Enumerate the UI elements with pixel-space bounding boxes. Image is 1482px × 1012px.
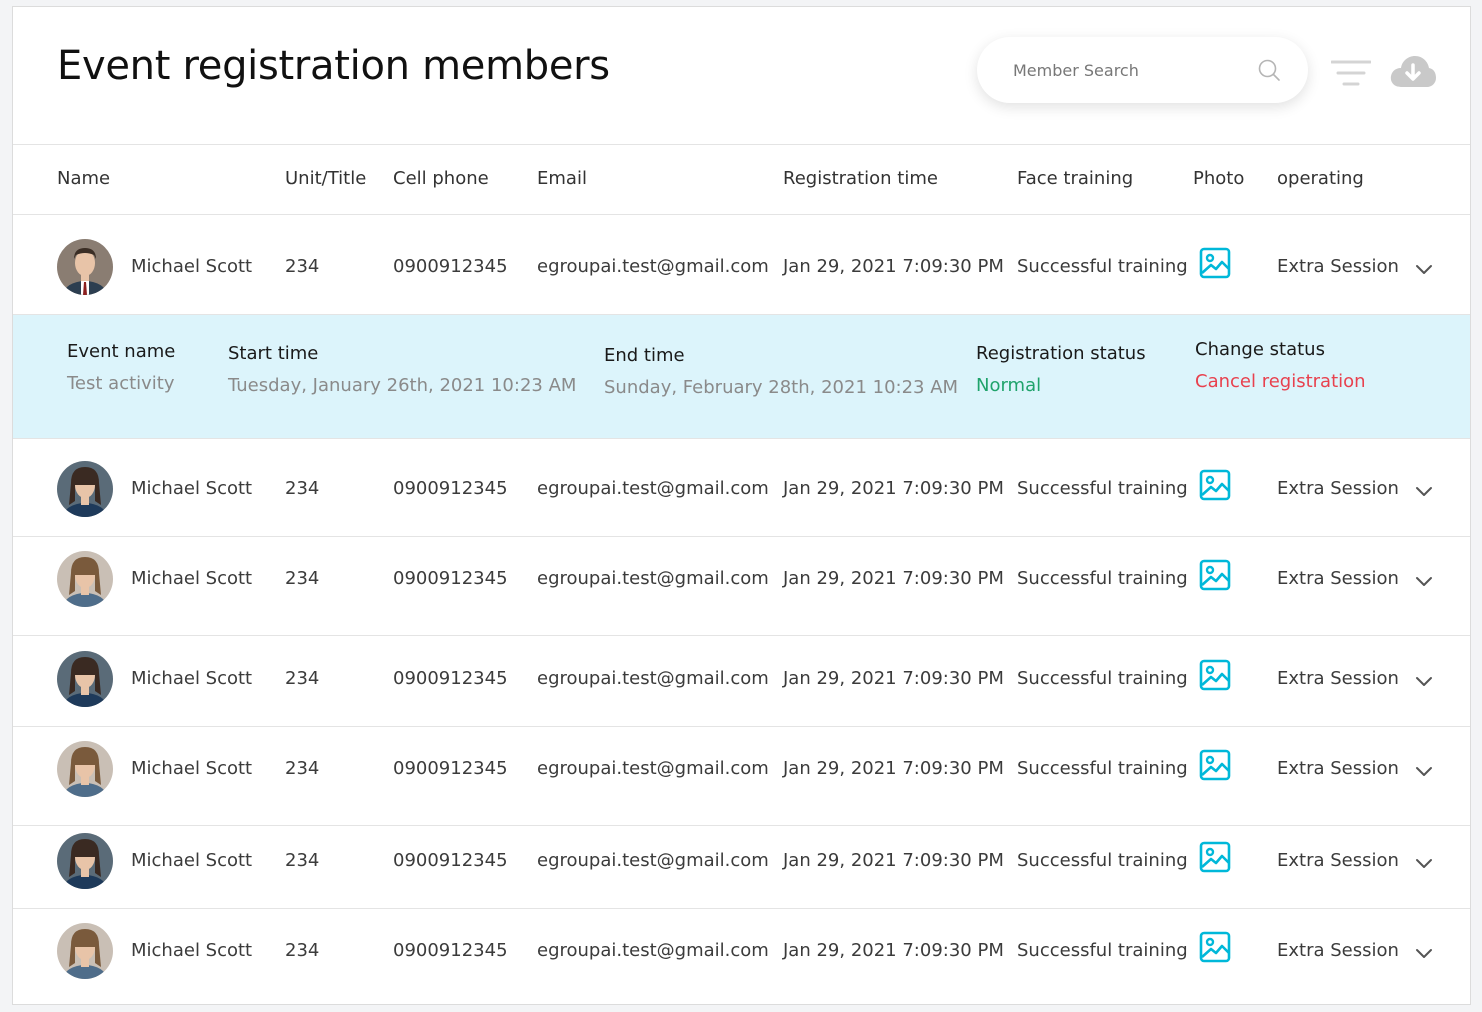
face-training-status: Successful training <box>1017 478 1188 499</box>
member-unit: 234 <box>285 668 320 689</box>
start-time-value: Tuesday, January 26th, 2021 10:23 AM <box>228 375 577 396</box>
member-email: egroupai.test@gmail.com <box>537 478 769 499</box>
operating-session: Extra Session <box>1277 758 1399 779</box>
member-phone: 0900912345 <box>393 850 508 871</box>
event-name-value: Test activity <box>67 373 175 394</box>
registration-status-value: Normal <box>976 375 1042 396</box>
column-name: Name <box>57 168 111 189</box>
avatar <box>57 651 113 707</box>
avatar <box>57 741 113 797</box>
column-operating: operating <box>1277 168 1364 189</box>
end-time-label: End time <box>604 345 685 366</box>
avatar <box>57 833 113 889</box>
registration-detail-panel: Event name Test activity Start time Tues… <box>13 315 1470 438</box>
operating-session: Extra Session <box>1277 478 1399 499</box>
registration-status-label: Registration status <box>976 343 1146 364</box>
column-registration-time: Registration time <box>783 168 938 189</box>
image-icon[interactable] <box>1199 931 1231 963</box>
column-face-training: Face training <box>1017 168 1134 189</box>
column-cell-phone: Cell phone <box>393 168 489 189</box>
registration-time: Jan 29, 2021 7:09:30 PM <box>783 850 1004 871</box>
operating-session: Extra Session <box>1277 850 1399 871</box>
avatar <box>57 923 113 979</box>
image-icon[interactable] <box>1199 559 1231 591</box>
member-phone: 0900912345 <box>393 940 508 961</box>
avatar <box>57 239 113 295</box>
chevron-down-icon[interactable] <box>1415 576 1433 588</box>
member-phone: 0900912345 <box>393 758 508 779</box>
image-icon[interactable] <box>1199 659 1231 691</box>
members-card: Event registration members Name Unit/Tit… <box>12 6 1471 1005</box>
member-name: Michael Scott <box>131 568 253 589</box>
cloud-download-icon[interactable] <box>1389 53 1437 91</box>
member-phone: 0900912345 <box>393 668 508 689</box>
registration-time: Jan 29, 2021 7:09:30 PM <box>783 568 1004 589</box>
operating-session: Extra Session <box>1277 568 1399 589</box>
member-name: Michael Scott <box>131 478 253 499</box>
member-unit: 234 <box>285 256 320 277</box>
member-email: egroupai.test@gmail.com <box>537 256 769 277</box>
registration-time: Jan 29, 2021 7:09:30 PM <box>783 256 1004 277</box>
member-name: Michael Scott <box>131 850 253 871</box>
image-icon[interactable] <box>1199 469 1231 501</box>
change-status-label: Change status <box>1195 339 1325 360</box>
member-email: egroupai.test@gmail.com <box>537 850 769 871</box>
member-name: Michael Scott <box>131 940 253 961</box>
operating-session: Extra Session <box>1277 668 1399 689</box>
image-icon[interactable] <box>1199 749 1231 781</box>
member-email: egroupai.test@gmail.com <box>537 758 769 779</box>
column-unit-title: Unit/Title <box>285 168 367 189</box>
operating-session: Extra Session <box>1277 256 1399 277</box>
chevron-down-icon[interactable] <box>1415 676 1433 688</box>
member-email: egroupai.test@gmail.com <box>537 568 769 589</box>
registration-time: Jan 29, 2021 7:09:30 PM <box>783 758 1004 779</box>
image-icon[interactable] <box>1199 247 1231 279</box>
member-email: egroupai.test@gmail.com <box>537 940 769 961</box>
chevron-down-icon[interactable] <box>1415 486 1433 498</box>
search-input[interactable] <box>1013 60 1256 80</box>
member-name: Michael Scott <box>131 758 253 779</box>
registration-time: Jan 29, 2021 7:09:30 PM <box>783 668 1004 689</box>
avatar <box>57 551 113 607</box>
start-time-label: Start time <box>228 343 319 364</box>
page-title: Event registration members <box>57 43 610 89</box>
face-training-status: Successful training <box>1017 850 1188 871</box>
end-time-value: Sunday, February 28th, 2021 10:23 AM <box>604 377 959 398</box>
column-photo: Photo <box>1193 168 1245 189</box>
cancel-registration-link[interactable]: Cancel registration <box>1195 371 1366 392</box>
member-name: Michael Scott <box>131 256 253 277</box>
member-phone: 0900912345 <box>393 478 508 499</box>
operating-session: Extra Session <box>1277 940 1399 961</box>
chevron-down-icon[interactable] <box>1415 858 1433 870</box>
member-name: Michael Scott <box>131 668 253 689</box>
member-search[interactable] <box>977 37 1308 103</box>
event-name-label: Event name <box>67 341 176 362</box>
chevron-down-icon[interactable] <box>1415 766 1433 778</box>
chevron-down-icon[interactable] <box>1415 948 1433 960</box>
registration-time: Jan 29, 2021 7:09:30 PM <box>783 940 1004 961</box>
member-email: egroupai.test@gmail.com <box>537 668 769 689</box>
face-training-status: Successful training <box>1017 940 1188 961</box>
face-training-status: Successful training <box>1017 668 1188 689</box>
chevron-down-icon[interactable] <box>1415 264 1433 276</box>
registration-time: Jan 29, 2021 7:09:30 PM <box>783 478 1004 499</box>
member-phone: 0900912345 <box>393 568 508 589</box>
face-training-status: Successful training <box>1017 758 1188 779</box>
face-training-status: Successful training <box>1017 568 1188 589</box>
avatar <box>57 461 113 517</box>
member-phone: 0900912345 <box>393 256 508 277</box>
member-unit: 234 <box>285 850 320 871</box>
face-training-status: Successful training <box>1017 256 1188 277</box>
filter-icon[interactable] <box>1331 59 1371 89</box>
column-email: Email <box>537 168 587 189</box>
member-unit: 234 <box>285 568 320 589</box>
member-unit: 234 <box>285 940 320 961</box>
member-unit: 234 <box>285 478 320 499</box>
member-unit: 234 <box>285 758 320 779</box>
search-icon[interactable] <box>1256 57 1282 83</box>
image-icon[interactable] <box>1199 841 1231 873</box>
